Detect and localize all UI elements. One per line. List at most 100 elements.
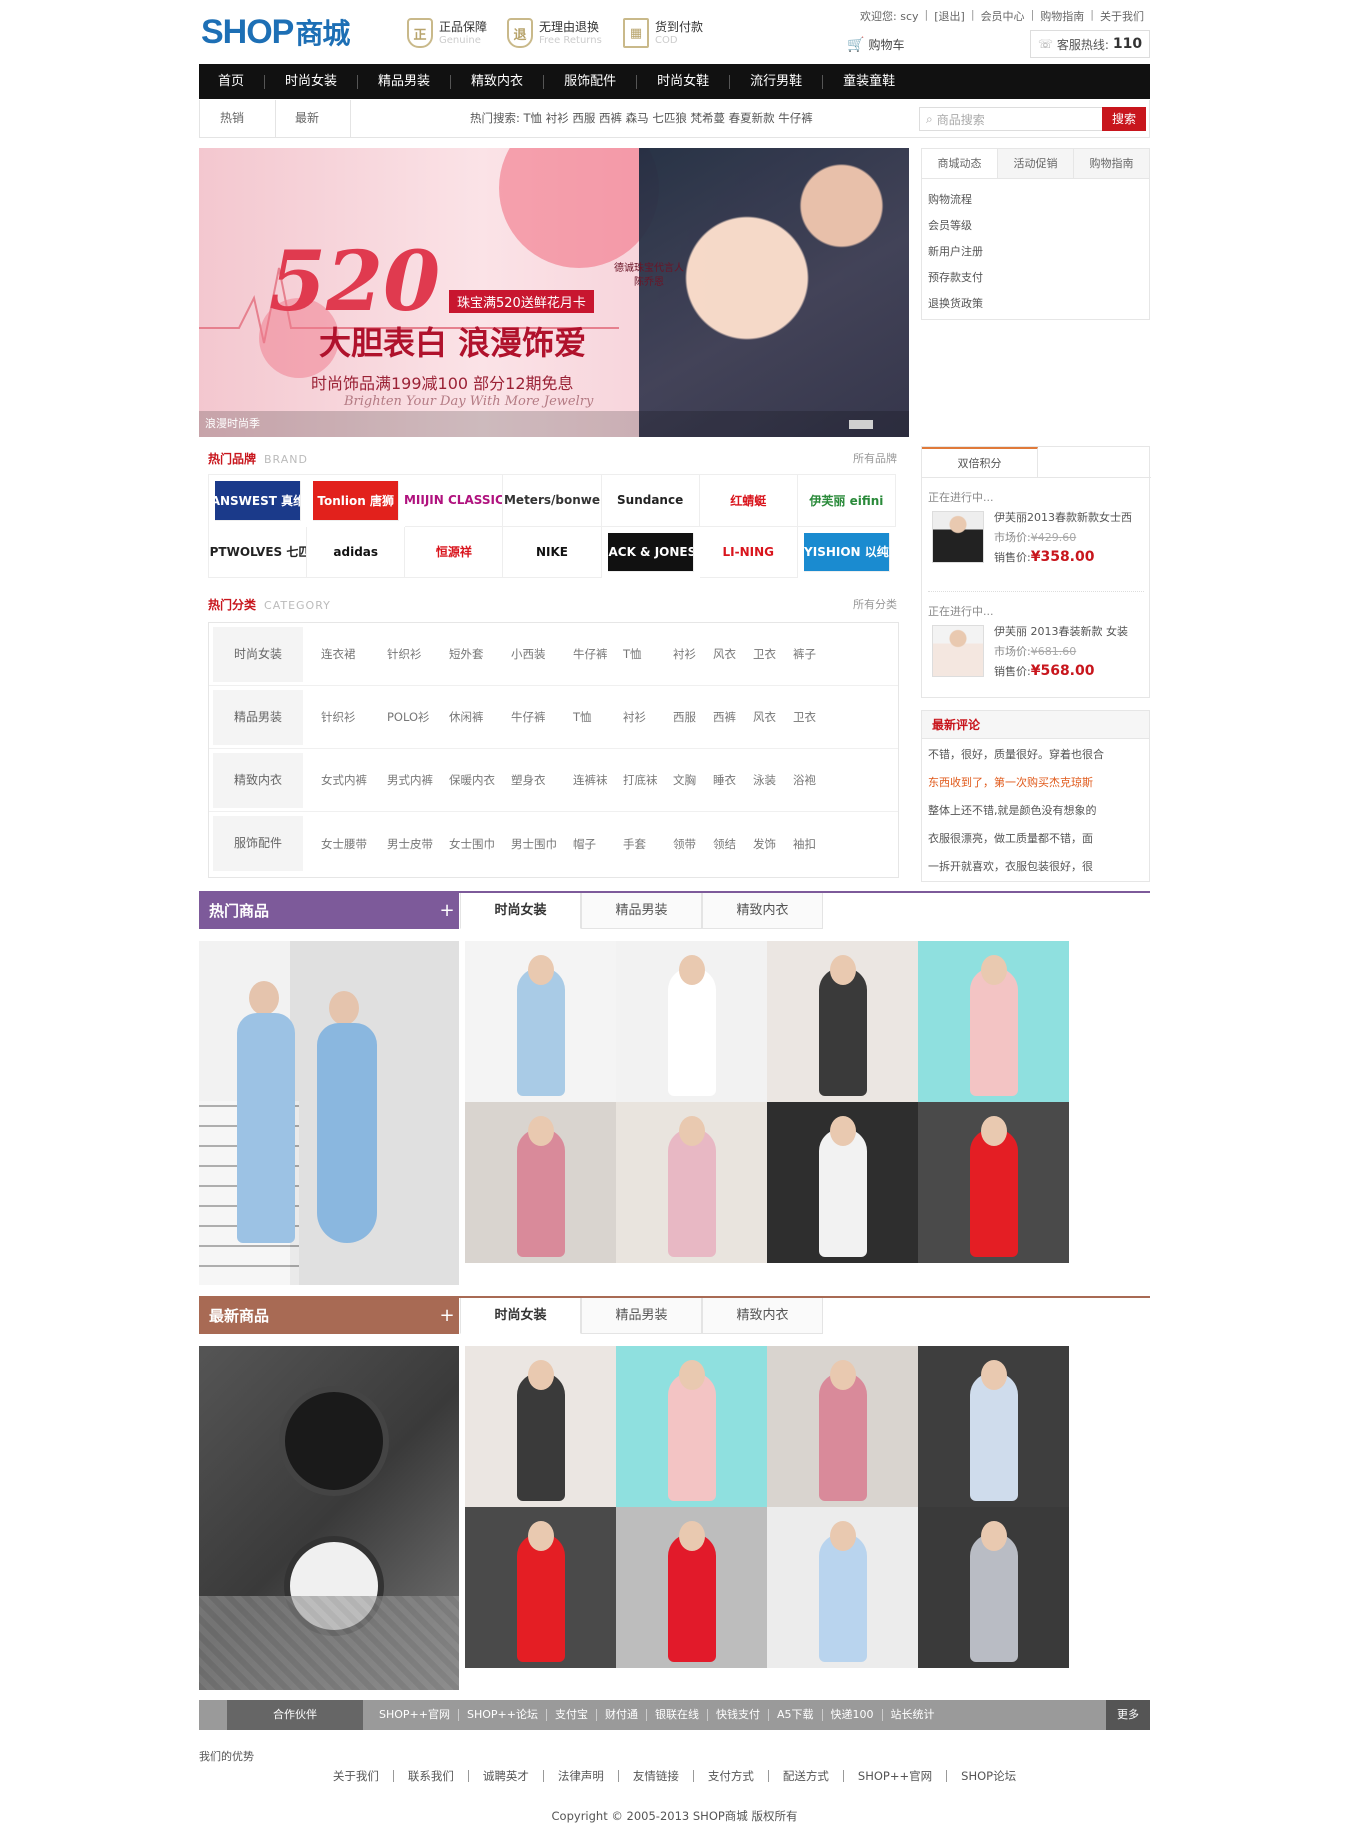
product-image[interactable] [465,1102,616,1263]
product-image[interactable] [767,1507,918,1668]
category-head[interactable]: 时尚女装 [213,626,303,682]
category-link[interactable]: 连裤袜 [573,772,623,788]
promo-item[interactable]: 正在进行中... 伊芙丽2013春款新款女士西 市场价:¥429.60 销售价:… [928,489,1146,565]
category-link[interactable]: 短外套 [449,646,511,662]
category-link[interactable]: 浴袍 [793,772,833,788]
partner-link[interactable]: 快钱支付 [708,1709,769,1721]
cart-link[interactable]: 🛒 购物车 [847,36,904,53]
brand-logo[interactable]: 恒源祥 [405,526,504,578]
nav-item-kids[interactable]: 童装童鞋 [823,74,915,89]
product-image[interactable] [918,1507,1069,1668]
about-us-link[interactable]: 关于我们 [1100,8,1144,24]
category-link[interactable]: 女士腰带 [321,836,387,852]
partner-link[interactable]: 银联在线 [647,1709,708,1721]
category-link[interactable]: 手套 [623,836,673,852]
promo-name[interactable]: 伊芙丽2013春款新款女士西 [994,509,1132,525]
tab-double-points[interactable]: 双倍积分 [922,447,1038,477]
category-link[interactable]: 针织衫 [387,646,449,662]
category-link[interactable]: 塑身衣 [511,772,573,788]
news-item[interactable]: 购物流程 [928,187,1143,213]
brand-logo[interactable]: adidas [307,526,406,578]
category-head[interactable]: 精致内衣 [213,752,303,808]
category-link[interactable]: 牛仔裤 [573,646,623,662]
partner-link[interactable]: 支付宝 [547,1709,597,1721]
product-image[interactable] [918,941,1069,1102]
member-center-link[interactable]: 会员中心 [981,8,1025,24]
category-link[interactable]: 发饰 [753,836,793,852]
footer-link[interactable]: 法律声明 [544,1770,619,1782]
category-link[interactable]: 打底袜 [623,772,673,788]
product-image[interactable] [616,1102,767,1263]
category-link[interactable]: 女士围巾 [449,836,511,852]
tab-women[interactable]: 时尚女装 [460,893,581,929]
brand-logo[interactable]: Meters/bonwe [503,475,602,527]
category-link[interactable]: 卫衣 [753,646,793,662]
plus-icon[interactable]: + [436,1298,458,1334]
hot-keywords[interactable]: 热门搜索: T恤 衬衫 西服 西裤 森马 七匹狼 梵希蔓 春夏新款 牛仔裤 [470,100,813,137]
brand-logo[interactable]: NIKE [503,526,602,578]
category-link[interactable]: 泳装 [753,772,793,788]
footer-link[interactable]: 联系我们 [394,1770,469,1782]
shopping-guide-link[interactable]: 购物指南 [1040,8,1084,24]
nav-item-women-shoes[interactable]: 时尚女鞋 [637,74,731,89]
nav-item-men[interactable]: 精品男装 [358,74,452,89]
category-link[interactable]: 领带 [673,836,713,852]
category-link[interactable]: T恤 [573,709,623,725]
category-link[interactable]: 针织衫 [321,709,387,725]
promo-item[interactable]: 正在进行中... 伊芙丽 2013春装新款 女装 市场价:¥681.60 销售价… [928,603,1146,679]
brand-logo[interactable]: YISHION 以纯 [803,532,890,572]
category-link[interactable]: 连衣裙 [321,646,387,662]
product-image[interactable] [767,1102,918,1263]
tab-mall-news[interactable]: 商城动态 [922,149,998,178]
logout-link[interactable]: [退出] [934,8,965,24]
partner-link[interactable]: SHOP++论坛 [459,1709,547,1721]
tab-guide[interactable]: 购物指南 [1074,149,1149,178]
category-link[interactable]: 衬衫 [623,709,673,725]
tab-new[interactable]: 最新 [295,100,319,137]
news-item[interactable]: 会员等级 [928,213,1143,239]
all-categories-link[interactable]: 所有分类 [853,592,909,618]
partner-link[interactable]: SHOP++官网 [371,1709,459,1721]
review-item[interactable]: 衣服很漂亮，做工质量都不错，面 [928,825,1143,853]
hero-banner[interactable]: 520 珠宝满520送鲜花月卡 大胆表白 浪漫饰爱 时尚饰品满199减100 部… [199,148,909,437]
brand-logo[interactable]: SEPTWOLVES 七匹狼 [209,526,308,578]
category-link[interactable]: 裤子 [793,646,833,662]
category-link[interactable]: 睡衣 [713,772,753,788]
category-link[interactable]: 西服 [673,709,713,725]
category-link[interactable]: 卫衣 [793,709,833,725]
promo-name[interactable]: 伊芙丽 2013春装新款 女装 [994,623,1128,639]
footer-link[interactable]: 关于我们 [319,1770,394,1782]
brand-logo[interactable]: 伊芙丽 eifini [797,475,896,527]
review-item[interactable]: 东西收到了，第一次购买杰克琼斯 [928,769,1143,797]
partner-link[interactable]: 快递100 [823,1709,883,1721]
category-link[interactable]: 保暖内衣 [449,772,511,788]
tab-hot[interactable]: 热销 [220,100,244,137]
product-thumb[interactable] [932,625,984,677]
brand-logo[interactable]: MIIJIN CLASSIC [405,475,504,527]
product-thumb[interactable] [932,511,984,563]
category-link[interactable]: 袖扣 [793,836,833,852]
product-image[interactable] [918,1346,1069,1507]
product-image[interactable] [767,941,918,1102]
partner-link[interactable]: A5下载 [769,1709,823,1721]
category-link[interactable]: 领结 [713,836,753,852]
nav-item-accessories[interactable]: 服饰配件 [544,74,638,89]
tab-men[interactable]: 精品男装 [581,1298,702,1334]
category-link[interactable]: 西裤 [713,709,753,725]
partner-link[interactable]: 财付通 [597,1709,647,1721]
news-item[interactable]: 新用户注册 [928,239,1143,265]
footer-link[interactable]: SHOP++官网 [844,1770,948,1782]
tab-women[interactable]: 时尚女装 [460,1298,581,1334]
category-head[interactable]: 服饰配件 [213,816,303,871]
nav-item-women[interactable]: 时尚女装 [265,74,359,89]
product-image[interactable] [616,941,767,1102]
search-input[interactable]: ⌕ 商品搜索 [919,107,1109,131]
more-link[interactable]: 更多 [1106,1700,1150,1730]
product-image[interactable] [465,1507,616,1668]
category-link[interactable]: 文胸 [673,772,713,788]
product-image[interactable] [465,1346,616,1507]
featured-image[interactable] [199,1346,459,1690]
category-head[interactable]: 精品男装 [213,689,303,745]
tab-underwear[interactable]: 精致内衣 [702,893,823,929]
product-image[interactable] [465,941,616,1102]
